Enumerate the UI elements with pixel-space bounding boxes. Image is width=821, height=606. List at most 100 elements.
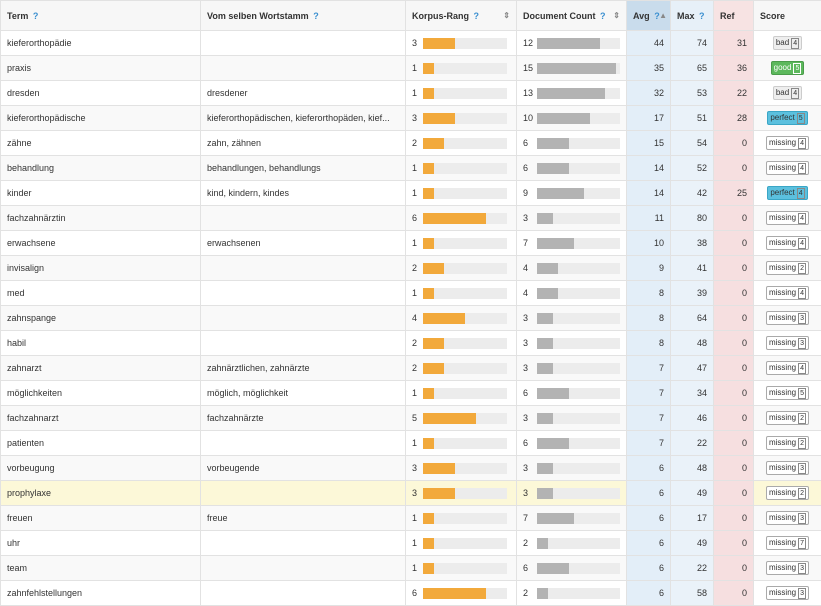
rank-cell: 2: [406, 356, 517, 381]
table-row[interactable]: möglichkeitenmöglich, möglichkeit167340m…: [1, 381, 821, 406]
doc-count-value: 3: [523, 363, 536, 373]
score-badge: missing3: [766, 461, 809, 475]
doc-count-bar: [537, 38, 600, 49]
ref-cell: 22: [714, 81, 754, 106]
doc-count-bar-track: [537, 513, 620, 524]
max-cell: 52: [671, 156, 714, 181]
stem-cell: [201, 556, 406, 581]
max-cell: 22: [671, 556, 714, 581]
rank-bar: [423, 563, 434, 574]
table-row[interactable]: prophylaxe336490missing2: [1, 481, 821, 506]
table-row[interactable]: zahnfehlstellungen626580missing3: [1, 581, 821, 606]
avg-cell: 17: [627, 106, 671, 131]
rank-bar-track: [423, 88, 507, 99]
sort-icon[interactable]: ⇕: [613, 11, 620, 20]
table-row[interactable]: zahnspange438640missing3: [1, 306, 821, 331]
term-cell: erwachsene: [1, 231, 201, 256]
table-row[interactable]: med148390missing4: [1, 281, 821, 306]
table-row[interactable]: zahnarztzahnärztlichen, zahnärzte237470m…: [1, 356, 821, 381]
table-row[interactable]: behandlungbehandlungen, behandlungs16145…: [1, 156, 821, 181]
rank-value: 1: [412, 88, 421, 98]
table-row[interactable]: erwachseneerwachsenen1710380missing4: [1, 231, 821, 256]
table-row[interactable]: uhr126490missing7: [1, 531, 821, 556]
ref-cell: 0: [714, 256, 754, 281]
table-row[interactable]: fachzahnarztfachzahnärzte537460missing2: [1, 406, 821, 431]
rank-bar-track: [423, 413, 507, 424]
rank-cell: 1: [406, 556, 517, 581]
avg-cell: 7: [627, 381, 671, 406]
term-cell: möglichkeiten: [1, 381, 201, 406]
doc-count-bar: [537, 563, 569, 574]
doc-count-bar: [537, 313, 553, 324]
score-cell: missing3: [754, 456, 821, 481]
score-cell: missing3: [754, 581, 821, 606]
table-row[interactable]: freuenfreue176170missing3: [1, 506, 821, 531]
header-stem[interactable]: Vom selben Wortstamm ?: [201, 1, 406, 31]
rank-cell: 1: [406, 531, 517, 556]
header-rank[interactable]: Korpus-Rang ?⇕: [406, 1, 517, 31]
stem-cell: [201, 31, 406, 56]
table-row[interactable]: habil238480missing3: [1, 331, 821, 356]
table-row[interactable]: invisalign249410missing2: [1, 256, 821, 281]
help-icon[interactable]: ?: [33, 11, 39, 21]
rank-bar-track: [423, 63, 507, 74]
rank-bar: [423, 38, 455, 49]
header-avg[interactable]: Avg ?▲: [627, 1, 671, 31]
stem-cell: zahnärztlichen, zahnärzte: [201, 356, 406, 381]
ref-cell: 0: [714, 381, 754, 406]
help-icon[interactable]: ?: [600, 11, 606, 21]
avg-cell: 14: [627, 181, 671, 206]
doc-count-value: 6: [523, 163, 536, 173]
rank-value: 2: [412, 263, 421, 273]
sort-asc-icon[interactable]: ▲: [659, 11, 667, 20]
table-row[interactable]: dresdendresdener113325322bad4: [1, 81, 821, 106]
header-term[interactable]: Term ?: [1, 1, 201, 31]
stem-cell: kind, kindern, kindes: [201, 181, 406, 206]
avg-cell: 6: [627, 456, 671, 481]
term-cell: habil: [1, 331, 201, 356]
table-row[interactable]: kieferorthopädischekieferorthopädischen,…: [1, 106, 821, 131]
rank-bar: [423, 263, 444, 274]
table-row[interactable]: praxis115356536good5: [1, 56, 821, 81]
doc-count-value: 9: [523, 188, 536, 198]
help-icon[interactable]: ?: [699, 11, 705, 21]
table-row[interactable]: vorbeugungvorbeugende336480missing3: [1, 456, 821, 481]
ref-cell: 0: [714, 231, 754, 256]
rank-cell: 1: [406, 281, 517, 306]
term-cell: fachzahnarzt: [1, 406, 201, 431]
table-row[interactable]: team166220missing3: [1, 556, 821, 581]
header-doc-count[interactable]: Document Count ?⇕: [517, 1, 627, 31]
stem-cell: [201, 481, 406, 506]
doc-count-bar: [537, 113, 590, 124]
help-icon[interactable]: ?: [313, 11, 319, 21]
doc-count-bar: [537, 238, 574, 249]
table-row[interactable]: zähnezahn, zähnen2615540missing4: [1, 131, 821, 156]
score-badge: missing7: [766, 536, 809, 550]
rank-bar-track: [423, 138, 507, 149]
ref-cell: 0: [714, 581, 754, 606]
score-cell: missing5: [754, 381, 821, 406]
table-row[interactable]: kinderkind, kindern, kindes19144225perfe…: [1, 181, 821, 206]
table-row[interactable]: patienten167220missing2: [1, 431, 821, 456]
score-badge: missing5: [766, 386, 809, 400]
term-cell: vorbeugung: [1, 456, 201, 481]
table-row[interactable]: fachzahnärztin6311800missing4: [1, 206, 821, 231]
rank-bar-track: [423, 463, 507, 474]
max-cell: 80: [671, 206, 714, 231]
rank-cell: 1: [406, 81, 517, 106]
rank-bar: [423, 63, 434, 74]
term-cell: praxis: [1, 56, 201, 81]
doc-count-cell: 3: [517, 306, 627, 331]
score-cell: perfect5: [754, 106, 821, 131]
sort-icon[interactable]: ⇕: [503, 11, 510, 20]
header-max[interactable]: Max ?: [671, 1, 714, 31]
score-cell: missing4: [754, 281, 821, 306]
rank-value: 6: [412, 213, 421, 223]
help-icon[interactable]: ?: [474, 11, 480, 21]
term-cell: dresden: [1, 81, 201, 106]
header-score[interactable]: Score: [754, 1, 821, 31]
doc-count-value: 3: [523, 488, 536, 498]
table-row[interactable]: kieferorthopädie312447431bad4: [1, 31, 821, 56]
score-count: 3: [798, 463, 806, 474]
header-ref[interactable]: Ref: [714, 1, 754, 31]
